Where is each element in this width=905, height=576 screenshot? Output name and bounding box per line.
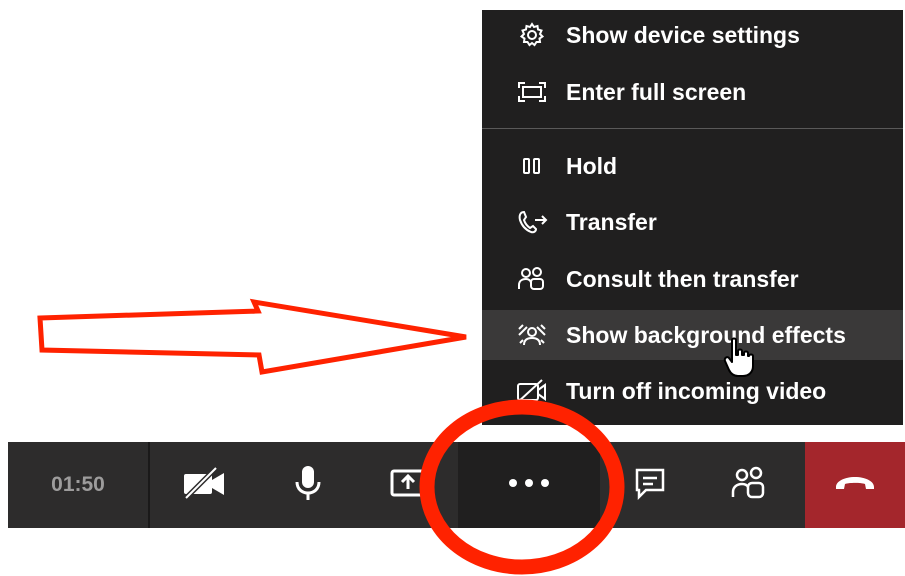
fullscreen-icon	[516, 76, 548, 108]
consult-icon	[516, 263, 548, 295]
call-control-bar: 01:50	[8, 442, 905, 528]
menu-item-label: Transfer	[566, 208, 657, 235]
chat-button[interactable]	[600, 442, 700, 528]
menu-item-label: Hold	[566, 152, 618, 179]
background-effects-icon	[516, 319, 548, 351]
more-actions-icon	[507, 476, 551, 494]
more-actions-menu: Show device settings Enter full screen H…	[482, 10, 903, 425]
chat-icon	[632, 465, 668, 506]
share-screen-icon	[388, 465, 428, 506]
microphone-button[interactable]	[258, 442, 358, 528]
menu-item-device-settings[interactable]: Show device settings	[482, 10, 903, 60]
call-timer: 01:50	[8, 442, 150, 528]
hang-up-button[interactable]	[805, 442, 905, 528]
menu-item-label: Turn off incoming video	[566, 377, 827, 404]
transfer-icon	[516, 206, 548, 238]
participants-button[interactable]	[700, 442, 800, 528]
menu-item-label: Consult then transfer	[566, 265, 799, 292]
participants-icon	[730, 464, 770, 507]
menu-divider	[482, 128, 903, 129]
menu-item-label: Show background effects	[566, 321, 846, 348]
menu-item-background-effects[interactable]: Show background effects	[482, 310, 903, 360]
menu-item-turn-off-video[interactable]: Turn off incoming video	[482, 366, 903, 416]
menu-item-label: Enter full screen	[566, 78, 747, 105]
share-screen-button[interactable]	[358, 442, 458, 528]
camera-toggle-button[interactable]	[150, 442, 258, 528]
pause-icon	[516, 150, 548, 182]
camera-off-icon	[180, 465, 228, 506]
menu-item-consult-transfer[interactable]: Consult then transfer	[482, 254, 903, 304]
annotation-arrow	[37, 298, 467, 375]
gear-icon	[516, 19, 548, 51]
video-off-icon	[516, 375, 548, 407]
menu-item-label: Show device settings	[566, 21, 800, 48]
screenshot-root: Show device settings Enter full screen H…	[0, 0, 905, 576]
hang-up-icon	[833, 473, 877, 498]
menu-item-transfer[interactable]: Transfer	[482, 197, 903, 247]
microphone-icon	[291, 463, 325, 508]
more-actions-button[interactable]	[458, 442, 600, 528]
menu-item-hold[interactable]: Hold	[482, 141, 903, 191]
menu-item-full-screen[interactable]: Enter full screen	[482, 67, 903, 117]
